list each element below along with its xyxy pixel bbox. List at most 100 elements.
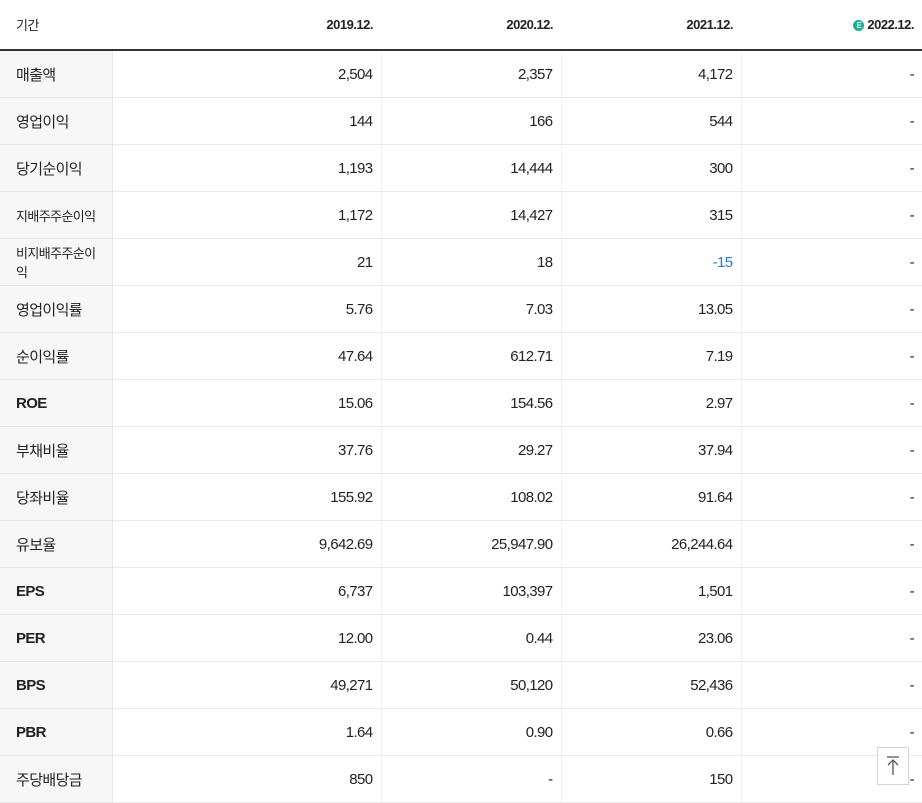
cell-value: - bbox=[741, 661, 922, 709]
table-row: 당좌비율 155.92 108.02 91.64 - bbox=[0, 473, 922, 521]
cell-value: 14,427 bbox=[381, 191, 562, 239]
row-label: PBR bbox=[0, 708, 113, 756]
cell-value: 47.64 bbox=[112, 332, 382, 380]
cell-value: 2,357 bbox=[381, 50, 562, 98]
cell-value: 7.19 bbox=[561, 332, 742, 380]
cell-value: 2,504 bbox=[112, 50, 382, 98]
cell-value: - bbox=[741, 473, 922, 521]
cell-value: 315 bbox=[561, 191, 742, 239]
cell-value: 25,947.90 bbox=[381, 520, 562, 568]
row-label: 주당배당금 bbox=[0, 755, 113, 803]
table-row: 부채비율 37.76 29.27 37.94 - bbox=[0, 426, 922, 474]
cell-value: - bbox=[741, 426, 922, 474]
estimate-icon: E bbox=[853, 20, 865, 31]
table-row: 비지배주주순이익 21 18 -15 - bbox=[0, 238, 922, 286]
cell-value: 544 bbox=[561, 97, 742, 145]
period-2019: 2019.12. bbox=[112, 0, 381, 51]
cell-value: - bbox=[741, 50, 922, 98]
scroll-to-top-button[interactable] bbox=[877, 747, 909, 785]
cell-value: 154.56 bbox=[381, 379, 562, 427]
row-label: EPS bbox=[0, 567, 113, 615]
row-label: 비지배주주순이익 bbox=[0, 238, 113, 286]
cell-value: 2.97 bbox=[561, 379, 742, 427]
cell-value-negative: -15 bbox=[561, 238, 742, 286]
cell-value: - bbox=[741, 285, 922, 333]
period-2022: E 2022.12. bbox=[741, 0, 922, 51]
cell-value: - bbox=[741, 191, 922, 239]
period-2022-label: 2022.12. bbox=[867, 17, 914, 32]
row-label: 영업이익률 bbox=[0, 285, 113, 333]
cell-value: 1,172 bbox=[112, 191, 382, 239]
cell-value: 23.06 bbox=[561, 614, 742, 662]
row-label: 당좌비율 bbox=[0, 473, 113, 521]
row-label: PER bbox=[0, 614, 113, 662]
table-row: 지배주주순이익 1,172 14,427 315 - bbox=[0, 191, 922, 239]
table-row: 당기순이익 1,193 14,444 300 - bbox=[0, 144, 922, 192]
cell-value: 18 bbox=[381, 238, 562, 286]
cell-value: - bbox=[741, 97, 922, 145]
cell-value: 13.05 bbox=[561, 285, 742, 333]
cell-value: 0.44 bbox=[381, 614, 562, 662]
cell-value: 15.06 bbox=[112, 379, 382, 427]
period-2020: 2020.12. bbox=[381, 0, 561, 51]
cell-value: 50,120 bbox=[381, 661, 562, 709]
cell-value: 1,501 bbox=[561, 567, 742, 615]
cell-value: 12.00 bbox=[112, 614, 382, 662]
row-label: BPS bbox=[0, 661, 113, 709]
table-row: ROE 15.06 154.56 2.97 - bbox=[0, 379, 922, 427]
table-row: 순이익률 47.64 612.71 7.19 - bbox=[0, 332, 922, 380]
cell-value: 37.76 bbox=[112, 426, 382, 474]
cell-value: - bbox=[741, 614, 922, 662]
cell-value: - bbox=[741, 567, 922, 615]
cell-value: 29.27 bbox=[381, 426, 562, 474]
cell-value: 37.94 bbox=[561, 426, 742, 474]
arrow-up-to-top-icon bbox=[887, 756, 899, 775]
cell-value: 300 bbox=[561, 144, 742, 192]
row-label: 순이익률 bbox=[0, 332, 113, 380]
cell-value: 144 bbox=[112, 97, 382, 145]
cell-value: 5.76 bbox=[112, 285, 382, 333]
cell-value: - bbox=[741, 520, 922, 568]
period-header-label: 기간 bbox=[0, 0, 112, 51]
table-row: 영업이익 144 166 544 - bbox=[0, 97, 922, 145]
cell-value: 52,436 bbox=[561, 661, 742, 709]
row-label: 지배주주순이익 bbox=[0, 191, 113, 239]
row-label: 당기순이익 bbox=[0, 144, 113, 192]
row-label: 부채비율 bbox=[0, 426, 113, 474]
cell-value: - bbox=[741, 238, 922, 286]
cell-value: 150 bbox=[561, 755, 742, 803]
cell-value: - bbox=[741, 379, 922, 427]
table-row: EPS 6,737 103,397 1,501 - bbox=[0, 567, 922, 615]
cell-value: - bbox=[741, 144, 922, 192]
cell-value: 108.02 bbox=[381, 473, 562, 521]
cell-value: - bbox=[381, 755, 562, 803]
cell-value: 155.92 bbox=[112, 473, 382, 521]
cell-value: 49,271 bbox=[112, 661, 382, 709]
table-row: BPS 49,271 50,120 52,436 - bbox=[0, 661, 922, 709]
cell-value: 1.64 bbox=[112, 708, 382, 756]
row-label: 매출액 bbox=[0, 50, 113, 98]
row-label: 영업이익 bbox=[0, 97, 113, 145]
row-label: ROE bbox=[0, 379, 113, 427]
cell-value: 1,193 bbox=[112, 144, 382, 192]
table-row: PER 12.00 0.44 23.06 - bbox=[0, 614, 922, 662]
header-row: 기간 2019.12. 2020.12. 2021.12. E 2022.12. bbox=[0, 0, 922, 51]
table-row: 영업이익률 5.76 7.03 13.05 - bbox=[0, 285, 922, 333]
cell-value: 6,737 bbox=[112, 567, 382, 615]
table-row: 매출액 2,504 2,357 4,172 - bbox=[0, 50, 922, 98]
cell-value: 103,397 bbox=[381, 567, 562, 615]
table-row: 주당배당금 850 - 150 - bbox=[0, 755, 922, 803]
financial-summary-table: 기간 2019.12. 2020.12. 2021.12. E 2022.12. … bbox=[0, 0, 922, 803]
cell-value: 850 bbox=[112, 755, 382, 803]
cell-value: 26,244.64 bbox=[561, 520, 742, 568]
cell-value: 9,642.69 bbox=[112, 520, 382, 568]
cell-value: 612.71 bbox=[381, 332, 562, 380]
cell-value: 0.90 bbox=[381, 708, 562, 756]
cell-value: 0.66 bbox=[561, 708, 742, 756]
table-row: 유보율 9,642.69 25,947.90 26,244.64 - bbox=[0, 520, 922, 568]
cell-value: 21 bbox=[112, 238, 382, 286]
cell-value: 14,444 bbox=[381, 144, 562, 192]
cell-value: 4,172 bbox=[561, 50, 742, 98]
cell-value: 7.03 bbox=[381, 285, 562, 333]
table-row: PBR 1.64 0.90 0.66 - bbox=[0, 708, 922, 756]
